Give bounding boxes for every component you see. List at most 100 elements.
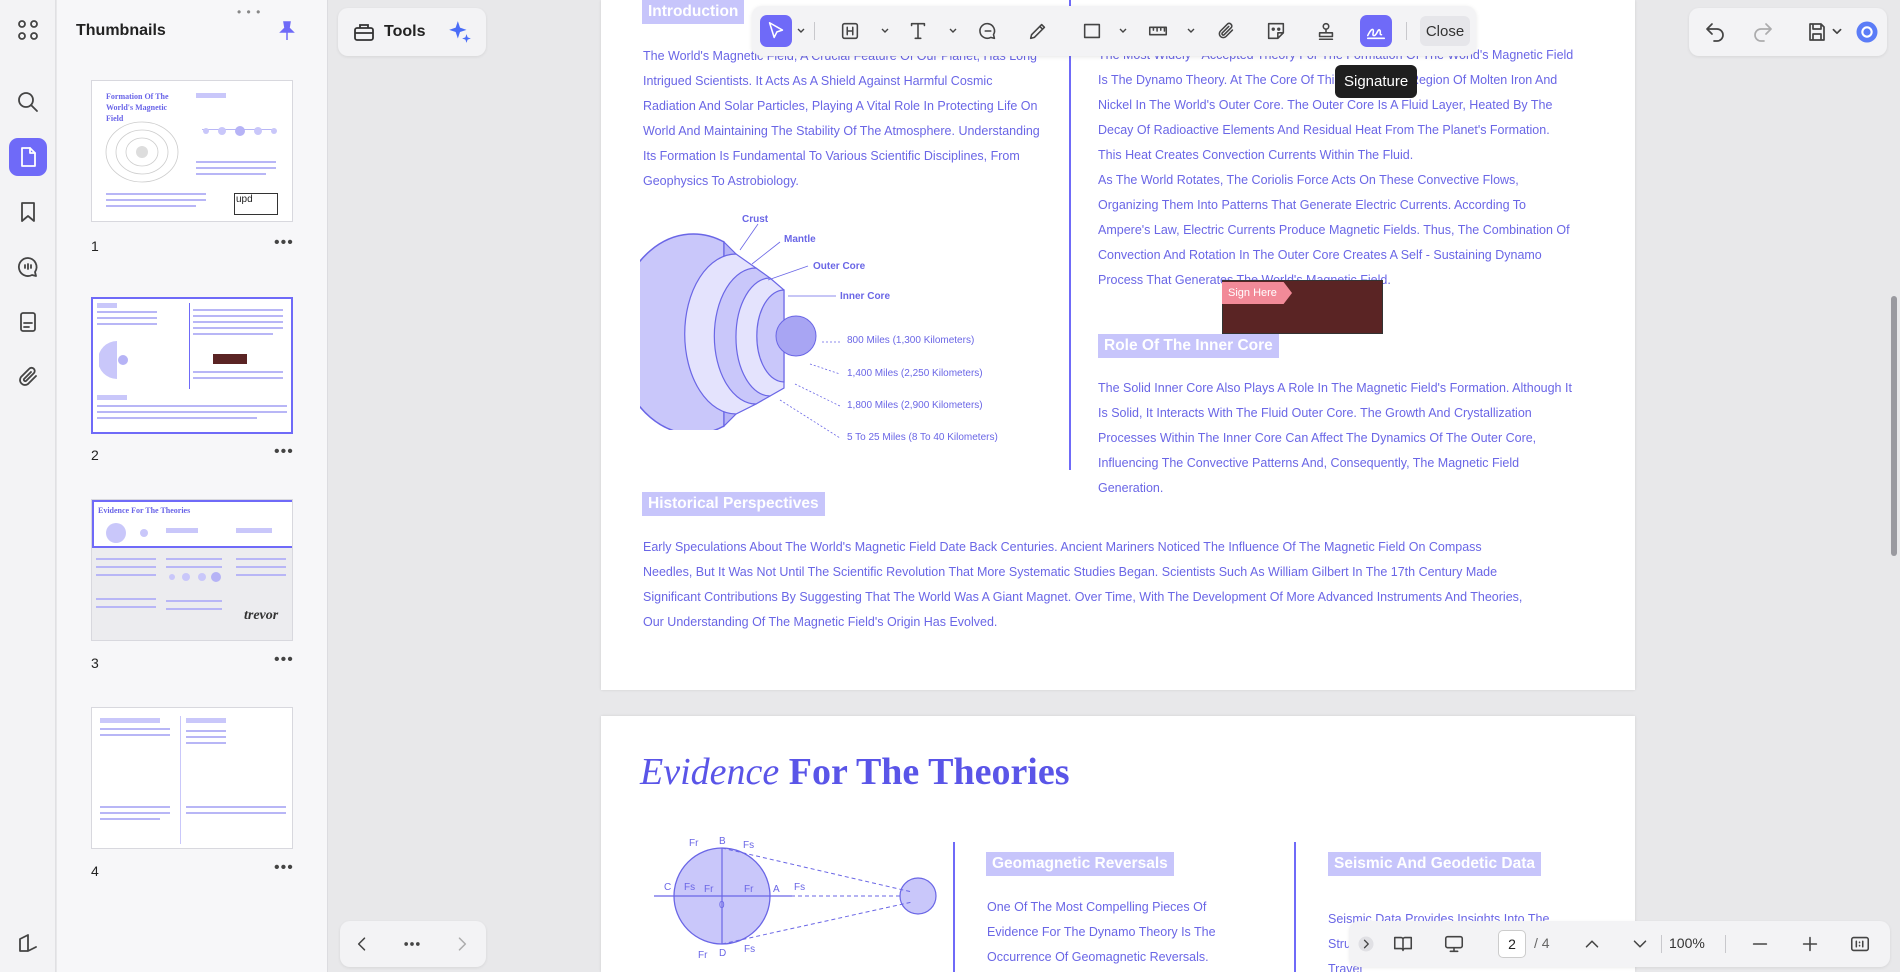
comment-tool-button[interactable] xyxy=(972,15,1004,47)
page-thumbnail-3[interactable]: Evidence For The Theories trevor xyxy=(91,499,293,641)
ruler-icon xyxy=(1148,26,1168,36)
section-heading-geomagnetic: Geomagnetic Reversals xyxy=(986,852,1174,876)
force-label-fs: Fs xyxy=(684,882,696,893)
previous-page-icon[interactable] xyxy=(352,934,372,954)
top-right-controls xyxy=(1689,8,1887,56)
toolbox-icon xyxy=(354,24,374,41)
sticker-icon xyxy=(1267,22,1285,40)
total-pages: / 4 xyxy=(1534,935,1550,951)
thumbnails-panel: • • • Thumbnails Formation Of The World'… xyxy=(57,0,328,972)
chevron-down-icon[interactable] xyxy=(1831,26,1843,38)
page-thumbnail-4[interactable] xyxy=(91,707,293,849)
rectangle-icon xyxy=(1083,23,1101,39)
page-number: 2 xyxy=(91,447,99,463)
select-tool-button[interactable] xyxy=(760,15,792,47)
diagram-depth-4: 5 To 25 Miles (8 To 40 Kilometers) xyxy=(847,432,998,443)
measure-tool-button[interactable] xyxy=(1142,15,1174,47)
layers-icon[interactable] xyxy=(9,924,47,962)
page-up-icon[interactable] xyxy=(1581,933,1603,955)
force-label-zero: 0 xyxy=(719,900,725,911)
pin-icon[interactable] xyxy=(275,19,299,43)
search-icon[interactable] xyxy=(9,83,47,121)
attachment-icon[interactable] xyxy=(9,358,47,396)
vertical-scrollbar[interactable] xyxy=(1891,296,1897,556)
page-navigation xyxy=(340,921,486,967)
dynamo-paragraph-1: The Most Widely - Accepted Theory For Th… xyxy=(1098,48,1574,162)
save-icon[interactable] xyxy=(1805,20,1829,44)
stamp-tool-button[interactable] xyxy=(1310,15,1342,47)
stamp-icon xyxy=(1318,22,1334,41)
actual-size-icon[interactable] xyxy=(1849,933,1871,955)
zoom-level[interactable]: 100% xyxy=(1669,935,1705,951)
zoom-out-icon[interactable] xyxy=(1749,933,1771,955)
page-thumbnail-2[interactable] xyxy=(91,297,293,434)
close-toolbar-button[interactable]: Close xyxy=(1420,16,1470,46)
page-number: 4 xyxy=(91,863,99,879)
bookmark-icon[interactable] xyxy=(9,193,47,231)
page-thumbnail-1[interactable]: Formation Of The World's Magnetic Field … xyxy=(91,80,293,222)
thumbnails-page-icon[interactable] xyxy=(9,138,47,176)
next-page-icon[interactable] xyxy=(452,934,472,954)
force-label-fr: Fr xyxy=(744,884,754,895)
current-page-input[interactable]: 2 xyxy=(1498,930,1526,958)
text-tool-button[interactable] xyxy=(902,15,934,47)
comment-icon[interactable] xyxy=(9,248,47,286)
forces-diagram xyxy=(654,847,937,945)
panel-drag-handle[interactable]: • • • xyxy=(237,5,261,19)
chevron-down-icon[interactable] xyxy=(1118,26,1128,36)
pencil-tool-button[interactable] xyxy=(1022,15,1054,47)
more-icon[interactable] xyxy=(402,934,422,954)
force-label-c: C xyxy=(664,882,672,893)
force-label-fr: Fr xyxy=(698,950,708,961)
apps-grid-icon[interactable] xyxy=(9,11,47,49)
section-heading-inner-core: Role Of The Inner Core xyxy=(1098,334,1279,358)
force-label-fr: Fr xyxy=(689,838,699,849)
shape-tool-button[interactable] xyxy=(1076,15,1108,47)
diagram-label-outer-core: Outer Core xyxy=(813,261,866,272)
highlight-tool-button[interactable] xyxy=(834,15,866,47)
tools-label: Tools xyxy=(384,23,426,40)
paperclip-icon xyxy=(1218,22,1234,39)
assistant-icon[interactable] xyxy=(1853,18,1881,46)
zoom-in-icon[interactable] xyxy=(1799,933,1821,955)
geomagnetic-paragraph: One Of The Most Compelling Pieces Of Evi… xyxy=(987,900,1216,964)
historical-paragraph: Early Speculations About The World's Mag… xyxy=(643,540,1523,629)
redo-icon[interactable] xyxy=(1751,20,1775,44)
form-fields-icon[interactable] xyxy=(9,303,47,341)
chevron-down-icon[interactable] xyxy=(796,26,806,36)
thumb-signature: trevor xyxy=(244,608,279,623)
page-more-button[interactable]: ••• xyxy=(274,859,294,877)
chevron-down-icon[interactable] xyxy=(1186,26,1196,36)
diagram-label-crust: Crust xyxy=(742,214,769,225)
presentation-icon[interactable] xyxy=(1443,933,1465,955)
page-more-button[interactable]: ••• xyxy=(274,234,294,252)
diagram-depth-1: 800 Miles (1,300 Kilometers) xyxy=(847,335,975,346)
signature-tool-button[interactable] xyxy=(1360,15,1392,47)
force-label-a: A xyxy=(773,884,780,895)
collapse-chevron-icon[interactable] xyxy=(1357,935,1375,953)
tools-button[interactable]: Tools xyxy=(338,20,425,44)
force-label-fs: Fs xyxy=(744,944,756,955)
page-more-button[interactable]: ••• xyxy=(274,651,294,669)
inner-core-paragraph: The Solid Inner Core Also Plays A Role I… xyxy=(1098,381,1572,495)
reading-mode-icon[interactable] xyxy=(1392,933,1414,955)
force-label-b: B xyxy=(719,836,726,847)
page-down-icon[interactable] xyxy=(1629,933,1651,955)
chevron-down-icon[interactable] xyxy=(948,26,958,36)
left-rail xyxy=(0,0,56,972)
attach-tool-button[interactable] xyxy=(1210,15,1242,47)
diagram-label-mantle: Mantle xyxy=(784,234,816,245)
undo-icon[interactable] xyxy=(1703,20,1727,44)
sticker-tool-button[interactable] xyxy=(1260,15,1292,47)
thumb-field-figure xyxy=(105,121,179,183)
diagram-depth-2: 1,400 Miles (2,250 Kilometers) xyxy=(847,368,983,379)
chevron-down-icon[interactable] xyxy=(880,26,890,36)
sign-here-tag[interactable]: Sign Here xyxy=(1222,282,1292,304)
page-more-button[interactable]: ••• xyxy=(274,443,294,461)
thumb-earth-figure xyxy=(99,341,128,379)
thumb-badge: upd xyxy=(234,193,278,215)
ai-sparkle-icon[interactable] xyxy=(447,19,473,45)
force-label-fs: Fs xyxy=(743,840,755,851)
force-label-d: D xyxy=(719,948,727,959)
page3-title-italic: Evidence xyxy=(640,751,780,793)
